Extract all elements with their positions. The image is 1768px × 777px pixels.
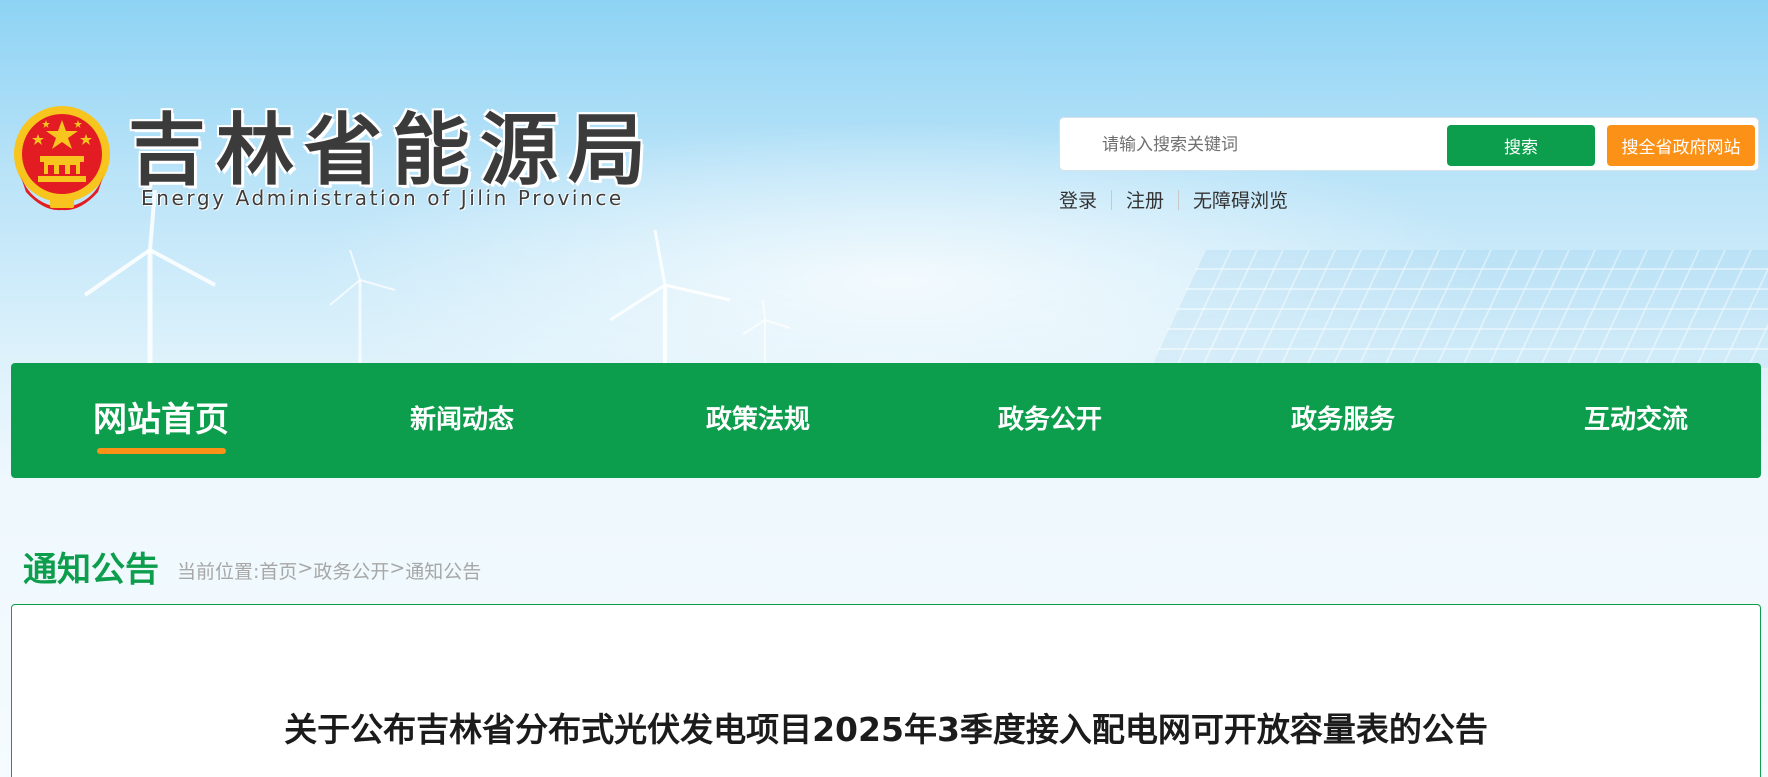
content-panel: 关于公布吉林省分布式光伏发电项目2025年3季度接入配电网可开放容量表的公告 — [11, 604, 1761, 777]
login-link[interactable]: 登录 — [1059, 186, 1097, 213]
breadcrumb-prefix: 当前位置: — [177, 561, 260, 583]
main-nav: 网站首页 新闻动态 政策法规 政务公开 政务服务 互动交流 — [11, 363, 1761, 478]
wind-turbine-icon — [609, 230, 731, 365]
breadcrumb-separator: > — [297, 557, 314, 579]
wind-turbine-icon — [83, 190, 216, 365]
divider — [1111, 189, 1113, 210]
user-links: 登录 注册 无障碍浏览 — [1059, 186, 1288, 213]
breadcrumb-home[interactable]: 首页 — [259, 557, 297, 584]
nav-active-indicator — [97, 448, 226, 454]
search-input[interactable] — [1100, 128, 1444, 162]
nav-item-home[interactable]: 网站首页 — [93, 363, 229, 478]
nav-item-policy[interactable]: 政策法规 — [706, 363, 810, 478]
nav-item-interaction[interactable]: 互动交流 — [1584, 363, 1688, 478]
breadcrumb: 当前位置: 首页 > 政务公开 > 通知公告 — [177, 557, 481, 584]
section-title: 通知公告 — [23, 550, 159, 590]
breadcrumb-gov-affairs[interactable]: 政务公开 — [313, 557, 389, 584]
article-title: 关于公布吉林省分布式光伏发电项目2025年3季度接入配电网可开放容量表的公告 — [284, 710, 1488, 749]
site-title: 吉林省能源局 — [128, 105, 657, 196]
register-link[interactable]: 注册 — [1126, 186, 1164, 213]
search-button[interactable]: 搜索 — [1447, 125, 1595, 166]
breadcrumb-notices[interactable]: 通知公告 — [405, 557, 481, 584]
site-subtitle: Energy Administration of Jilin Province — [141, 186, 624, 210]
accessibility-link[interactable]: 无障碍浏览 — [1193, 186, 1288, 213]
search-box: 搜索 搜全省政府网站 — [1059, 117, 1759, 171]
national-emblem-icon — [14, 106, 110, 211]
wind-turbine-icon — [742, 300, 791, 365]
search-province-button[interactable]: 搜全省政府网站 — [1607, 125, 1755, 166]
breadcrumb-separator: > — [389, 557, 406, 579]
nav-item-gov-services[interactable]: 政务服务 — [1291, 363, 1395, 478]
divider — [1178, 189, 1180, 210]
page: 吉林省能源局 Energy Administration of Jilin Pr… — [0, 0, 1768, 777]
solar-panels-decoration — [1148, 250, 1768, 370]
nav-item-gov-affairs[interactable]: 政务公开 — [998, 363, 1102, 478]
nav-item-news[interactable]: 新闻动态 — [410, 363, 514, 478]
wind-turbine-icon — [329, 250, 396, 365]
